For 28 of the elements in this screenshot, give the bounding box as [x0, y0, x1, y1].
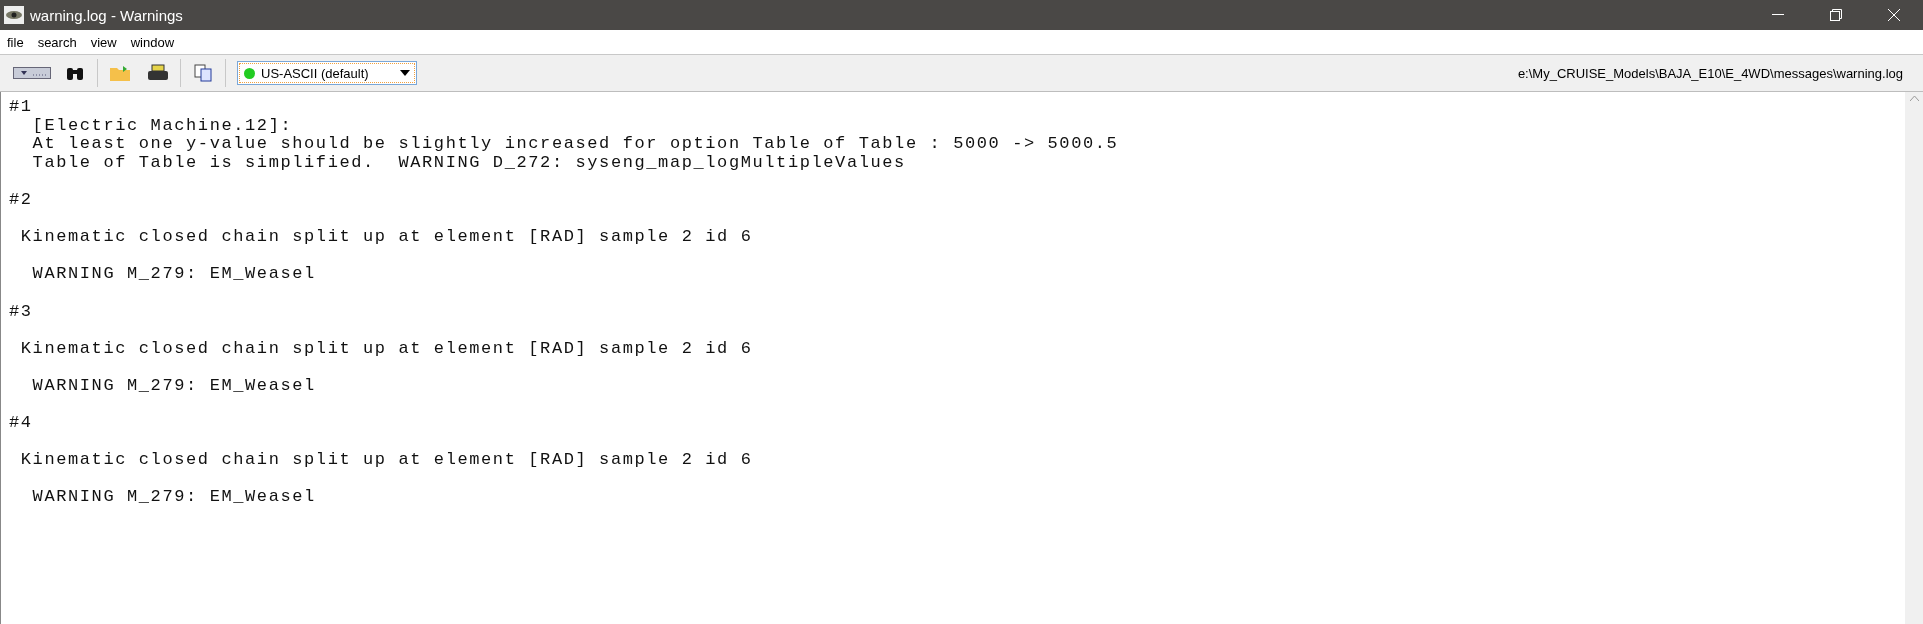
encoding-dropdown[interactable]: US-ASCII (default) [237, 61, 417, 85]
log-line: WARNING M_279: EM_Weasel [31, 488, 317, 508]
file-path: e:\My_CRUISE_Models\BAJA_E10\E_4WD\messages\warning.log [1517, 65, 1903, 81]
log-line: Kinematic closed chain split up at element [RAD] sample 2 id 6 [19, 228, 754, 247]
close-icon [1887, 8, 1901, 22]
scroll-up-icon[interactable] [1909, 96, 1919, 101]
minimize-icon [1772, 14, 1784, 16]
menu-item[interactable]: window [130, 34, 175, 50]
log-line: #1 [9, 98, 34, 117]
log-line: #4 [9, 414, 34, 433]
log-line: #3 [9, 302, 34, 322]
log-line: WARNING M_279: EM_Weasel [31, 265, 317, 284]
log-line: Kinematic closed chain split up at element [RAD] sample 2 id 6 [19, 339, 754, 359]
menu-item[interactable]: view [90, 34, 117, 50]
log-line: #2 [9, 190, 34, 210]
eye-icon [4, 6, 24, 24]
log-line: WARNING M_279: EM_Weasel [31, 376, 317, 396]
window-title: warning.log - Warnings [30, 6, 184, 24]
scrollbar[interactable] [1905, 92, 1923, 624]
caret-icon [400, 70, 410, 76]
status-dot [244, 67, 255, 79]
log-line: At least one y-value should be slightly increased for option Table of Table : 5000 -> 5000.5 [31, 135, 1120, 154]
restore-icon [1830, 9, 1842, 21]
menu-item[interactable]: file [7, 34, 24, 50]
log-line: [Electric Machine.12]: [31, 116, 294, 136]
log-line: Table of Table is simplified. WARNING D_272: syseng_map_logMultipleValues [31, 153, 907, 173]
log-line: Kinematic closed chain split up at element [RAD] sample 2 id 6 [19, 451, 754, 470]
menu-item[interactable]: search [37, 34, 77, 50]
